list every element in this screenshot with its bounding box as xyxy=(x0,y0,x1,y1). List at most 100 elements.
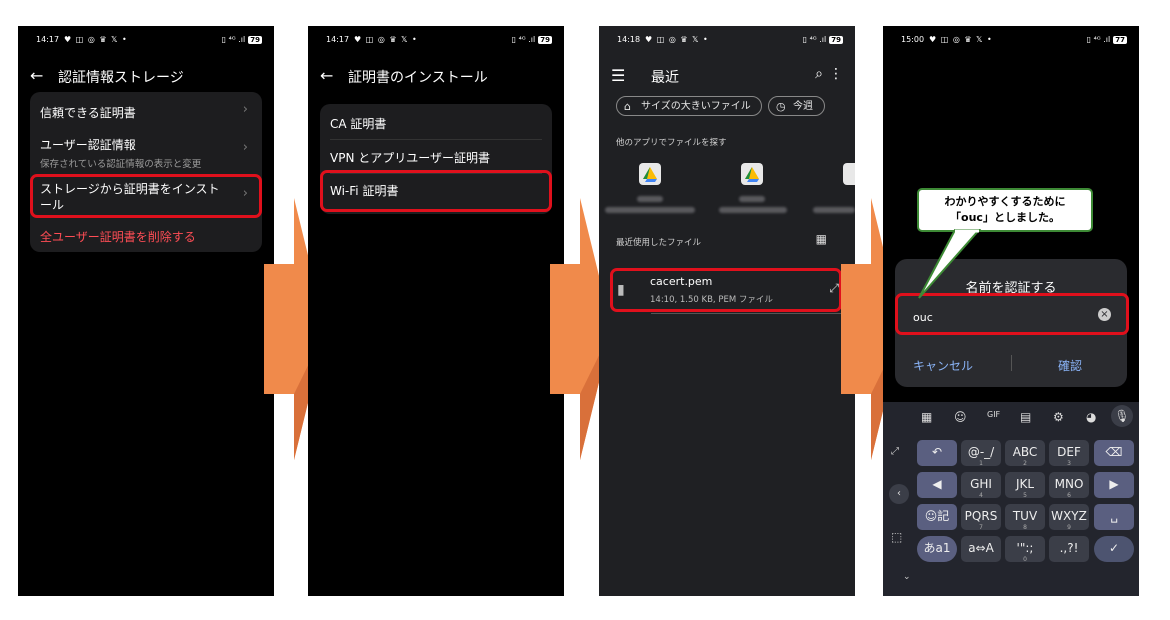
gif-icon[interactable]: GIF xyxy=(987,410,1000,419)
more-vert-icon[interactable]: ⋮ xyxy=(829,66,843,82)
key-label: @-_/ xyxy=(967,445,995,459)
keyboard-key[interactable]: ◀ xyxy=(917,472,957,498)
back-arrow-icon[interactable]: ← xyxy=(30,66,43,85)
signal-icons: ▯ ⁴ᴳ .ıl 79 xyxy=(511,35,552,44)
keyboard-key[interactable]: GHI 4 xyxy=(961,472,1001,499)
status-bar: 14:17 ♥ ◫ ◎ ♛ 𝕏 • ▯ ⁴ᴳ .ıl 79 xyxy=(326,35,552,49)
key-number: 5 xyxy=(1023,492,1027,499)
signal-icons: ▯ ⁴ᴳ .ıl 79 xyxy=(802,35,843,44)
sticker-icon[interactable]: ☺ xyxy=(954,410,967,424)
menu-item-ca-cert[interactable]: CA 証明書 xyxy=(330,115,540,132)
divider xyxy=(1011,355,1012,371)
chip-large-files[interactable]: ⌂ サイズの大きいファイル xyxy=(616,96,762,116)
chevron-right-icon: › xyxy=(242,140,248,155)
status-time: 14:17 xyxy=(326,35,350,44)
screen-credential-storage: 14:17 ♥ ◫ ◎ ♛ 𝕏 • ▯ ⁴ᴳ .ıl 79 ← 認証情報ストレージ… xyxy=(18,26,274,596)
status-bar: 15:00 ♥ ◫ ◎ ♛ 𝕏 • ▯ ⁴ᴳ .ıl 77 xyxy=(901,35,1127,49)
status-bar: 14:17 ♥ ◫ ◎ ♛ 𝕏 • ▯ ⁴ᴳ .ıl 79 xyxy=(36,35,262,49)
clipboard-icon[interactable]: ▤ xyxy=(1020,410,1031,424)
highlight-box xyxy=(320,170,552,212)
app-bar: ← 証明書のインストール xyxy=(320,66,552,88)
signal-icons: ▯ ⁴ᴳ .ıl 79 xyxy=(221,35,262,44)
keyboard-key[interactable]: ✓ xyxy=(1094,536,1134,562)
key-label: ☺記 xyxy=(924,509,950,523)
blurred-account-label xyxy=(605,207,695,213)
keyboard: ▦ ☺ GIF ▤ ⚙ ◕ 🎙 ⤢ ‹ ⬚ ⌄ ↶ @-_/1 ABC 2 DEF 3 ⌫ ◀ GHI 4 JK… xyxy=(883,402,1139,596)
keyboard-key[interactable]: .,?! xyxy=(1049,536,1089,562)
other-apps-heading: 他のアプリでファイルを探す xyxy=(616,138,727,148)
keyboard-key[interactable]: MNO 6 xyxy=(1049,472,1089,499)
key-number: 7 xyxy=(979,524,983,531)
status-time: 15:00 xyxy=(901,35,925,44)
battery-icon: 79 xyxy=(829,36,843,44)
key-label: GHI xyxy=(970,477,992,491)
key-number: 3 xyxy=(1067,460,1071,467)
page-title: 最近 xyxy=(651,70,679,86)
keyboard-key[interactable]: a⇔A xyxy=(961,536,1001,562)
key-label: WXYZ xyxy=(1051,509,1087,523)
key-label: DEF xyxy=(1057,445,1081,459)
status-time: 14:18 xyxy=(617,35,641,44)
keyboard-key[interactable]: ␣ xyxy=(1094,504,1134,530)
search-icon[interactable]: ⌕ xyxy=(815,66,823,82)
cursor-left-icon[interactable]: ‹ xyxy=(889,484,909,504)
key-number: 2 xyxy=(1023,460,1027,467)
screen-file-picker-recent: 14:18 ♥ ◫ ◎ ♛ 𝕏 • ▯ ⁴ᴳ .ıl 79 ☰ 最近 ⌕ ⋮ ⌂ サ… xyxy=(599,26,855,596)
key-label: ▶ xyxy=(1109,477,1119,491)
notification-icons: ♥ ◫ ◎ ♛ 𝕏 • xyxy=(929,35,993,44)
menu-icon[interactable]: ☰ xyxy=(611,66,625,85)
app-bar: ← 認証情報ストレージ xyxy=(30,66,262,88)
divider xyxy=(330,139,542,140)
key-number: 0 xyxy=(1023,556,1027,563)
highlight-box xyxy=(30,174,262,218)
keyboard-key[interactable]: JKL 5 xyxy=(1005,472,1045,499)
keyboard-key[interactable]: DEF 3 xyxy=(1049,440,1089,467)
key-number: 9 xyxy=(1067,524,1071,531)
select-icon[interactable]: ⬚ xyxy=(891,530,902,544)
key-label: ␣ xyxy=(1110,509,1118,523)
key-label: ↶ xyxy=(931,445,943,459)
expand-keyboard-icon[interactable]: ⤢ xyxy=(891,446,899,457)
menu-item-vpn-app-user-cert[interactable]: VPN とアプリユーザー証明書 xyxy=(330,149,540,166)
status-time: 14:17 xyxy=(36,35,60,44)
keyboard-key[interactable]: WXYZ 9 xyxy=(1049,504,1089,531)
keyboard-key[interactable]: ☺記 xyxy=(917,504,957,530)
keyboard-key[interactable]: あa1 xyxy=(917,536,957,562)
divider xyxy=(651,313,843,314)
signal-icons: ▯ ⁴ᴳ .ıl 77 xyxy=(1086,35,1127,44)
menu-item-delete-all-certs[interactable]: 全ユーザー証明書を削除する xyxy=(40,228,250,245)
cancel-button[interactable]: キャンセル xyxy=(913,357,973,374)
mic-icon[interactable]: 🎙 xyxy=(1111,405,1133,427)
key-number: 8 xyxy=(1023,524,1027,531)
settings-icon[interactable]: ⚙ xyxy=(1053,410,1064,424)
battery-icon: 79 xyxy=(248,36,262,44)
keyboard-key[interactable]: ⌫ xyxy=(1094,440,1134,466)
hide-keyboard-icon[interactable]: ⌄ xyxy=(903,572,911,582)
menu-item-user-credentials[interactable]: ユーザー認証情報 保存されている認証情報の表示と変更 xyxy=(40,136,250,170)
keyboard-key[interactable]: @-_/1 xyxy=(961,440,1001,467)
drive-app-icon[interactable] xyxy=(741,163,763,185)
menu-item-trusted-certs[interactable]: 信頼できる証明書 xyxy=(40,104,250,121)
notification-icons: ♥ ◫ ◎ ♛ 𝕏 • xyxy=(354,35,418,44)
keyboard-key[interactable]: ABC 2 xyxy=(1005,440,1045,467)
chip-this-week[interactable]: ◷ 今週 xyxy=(768,96,825,116)
history-icon: ◷ xyxy=(776,100,786,113)
drive-app-icon[interactable] xyxy=(843,163,855,185)
apps-icon[interactable]: ▦ xyxy=(921,410,932,424)
back-arrow-icon[interactable]: ← xyxy=(320,66,333,85)
blurred-account-label xyxy=(719,207,787,213)
menu-item-subtitle: 保存されている認証情報の表示と変更 xyxy=(40,159,202,170)
screen-install-certificate: 14:17 ♥ ◫ ◎ ♛ 𝕏 • ▯ ⁴ᴳ .ıl 79 ← 証明書のインストー… xyxy=(308,26,564,596)
palette-icon[interactable]: ◕ xyxy=(1086,410,1096,424)
keyboard-key[interactable]: ▶ xyxy=(1094,472,1134,498)
grid-view-icon[interactable]: ▦ xyxy=(816,232,827,246)
keyboard-key[interactable]: ↶ xyxy=(917,440,957,466)
keyboard-key[interactable]: '":; 0 xyxy=(1005,536,1045,563)
drive-app-icon[interactable] xyxy=(639,163,661,185)
key-label: a⇔A xyxy=(968,541,994,555)
keyboard-key[interactable]: PQRS 7 xyxy=(961,504,1001,531)
recent-files-heading: 最近使用したファイル xyxy=(616,238,702,248)
keyboard-key[interactable]: TUV 8 xyxy=(1005,504,1045,531)
confirm-button[interactable]: 確認 xyxy=(1058,357,1082,374)
key-label: .,?! xyxy=(1059,541,1079,555)
